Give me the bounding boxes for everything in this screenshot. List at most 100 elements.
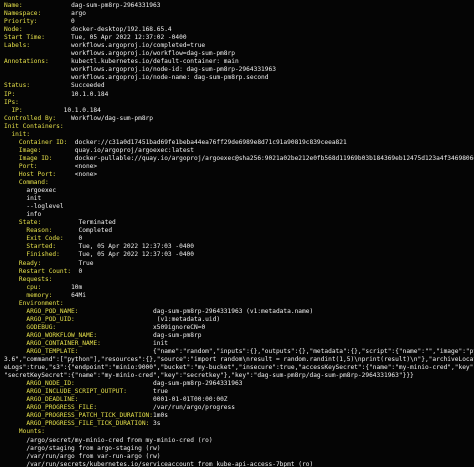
- field-key: Reason:: [4, 227, 53, 235]
- field-value: x509ignoreCN=0: [56, 323, 206, 331]
- terminal-line: Restart Count: 0: [4, 268, 474, 276]
- field-value: {"name":"random","inputs":{},"outputs":{…: [153, 348, 474, 356]
- field-value: Tue, 05 Apr 2022 12:37:03 -0400: [59, 251, 194, 259]
- terminal-line: ARGO_TEMPLATE: {"name":"random","inputs"…: [4, 348, 474, 356]
- field-key: ARGO_DEADLINE:: [4, 396, 79, 404]
- terminal-line: Ready: True: [4, 260, 474, 268]
- field-key: Annotations:: [4, 58, 49, 66]
- field-key: ARGO_WORKFLOW_NAME:: [4, 331, 98, 339]
- field-value: eLogs":true,"s3":{"endpoint":"minio:9000…: [4, 364, 474, 372]
- field-value: /var/run/argo from var-run-argo (rw): [4, 452, 161, 460]
- terminal-line: ARGO_CONTAINER_NAME: init: [4, 340, 474, 348]
- field-key: Exit Code:: [4, 235, 64, 243]
- terminal-line: /argo/staging from argo-staging (rw): [4, 445, 474, 453]
- terminal-line: ARGO_NODE_ID: dag-sum-pm8rp-2964331963: [4, 380, 474, 388]
- terminal-line: Requests:: [4, 276, 474, 284]
- terminal-line: init: [4, 195, 474, 203]
- terminal-line: workflows.argoproj.io/workflow=dag-sum-p…: [4, 50, 474, 58]
- field-key: ARGO_TEMPLATE:: [4, 348, 79, 356]
- field-value: Tue, 05 Apr 2022 12:37:02 -0400: [44, 34, 187, 42]
- field-key: Labels:: [4, 42, 31, 50]
- terminal-line: Environment:: [4, 300, 474, 308]
- field-key: ARGO_CONTAINER_NAME:: [4, 339, 101, 347]
- terminal-line: init:: [4, 131, 474, 139]
- field-key: Command:: [4, 179, 49, 187]
- terminal-line: Init Containers:: [4, 123, 474, 131]
- field-key: Container ID:: [4, 138, 68, 146]
- terminal-line: "secretKeySecret":{"name":"my-minio-cred…: [4, 372, 474, 380]
- terminal-line: ARGO_WORKFLOW_NAME: dag-sum-pm8rp: [4, 332, 474, 340]
- terminal-line: ARGO_PROGRESS_PATCH_TICK_DURATION:1m0s: [4, 412, 474, 420]
- terminal-line: workflows.argoproj.io/node-id: dag-sum-p…: [4, 66, 474, 74]
- field-key: ARGO_INCLUDE_SCRIPT_OUTPUT:: [4, 388, 127, 396]
- field-value: kubectl.kubernetes.io/default-container:…: [48, 58, 239, 66]
- field-value: 0: [37, 18, 75, 26]
- terminal-line: ARGO_POD_UID: (v1:metadata.uid): [4, 316, 474, 324]
- field-value: dag-sum-pm8rp-2964331963: [22, 2, 161, 9]
- field-key: Started:: [4, 243, 57, 251]
- field-value: 10.1.0.184: [15, 90, 109, 98]
- field-value: init: [100, 339, 168, 347]
- terminal-line: Name: dag-sum-pm8rp-2964331963: [4, 2, 474, 10]
- field-value: Succeeded: [30, 82, 105, 90]
- field-value: docker-desktop/192.168.65.4: [22, 26, 172, 34]
- field-key: Priority:: [4, 18, 38, 26]
- terminal-line: Labels: workflows.argoproj.io/completed=…: [4, 42, 474, 50]
- field-value: true: [126, 388, 168, 396]
- field-value: 0001-01-01T00:00:00Z: [78, 396, 228, 404]
- terminal-line: /argo/secret/my-minio-cred from my-minio…: [4, 437, 474, 445]
- terminal-window[interactable]: Name: dag-sum-pm8rp-2964331963 Namespace:…: [0, 0, 474, 467]
- terminal-line: cpu: 10m: [4, 284, 474, 292]
- field-value: 3.6","command":["python"],"resources":{}…: [4, 356, 474, 364]
- field-value: dag-sum-pm8rp: [97, 331, 202, 339]
- field-key: Restart Count:: [4, 267, 72, 275]
- terminal-line: Port: <none>: [4, 163, 474, 171]
- field-value: workflows.argoproj.io/node-id: dag-sum-p…: [4, 66, 276, 74]
- terminal-line: IP: 10.1.0.184: [4, 107, 474, 115]
- field-value: /argo/secret/my-minio-cred from my-minio…: [4, 436, 213, 444]
- field-key: Host Port:: [4, 170, 57, 178]
- field-key: GODEBUG:: [4, 323, 57, 331]
- field-key: init:: [4, 130, 31, 138]
- terminal-line: GODEBUG: x509ignoreCN=0: [4, 324, 474, 332]
- field-key: Image ID:: [4, 154, 53, 162]
- field-key: ARGO_POD_UID:: [4, 315, 75, 323]
- field-key: Finished:: [4, 251, 60, 259]
- terminal-line: Container ID: docker://c31a0d17451bad69f…: [4, 139, 474, 147]
- field-key: ARGO_PROGRESS_FILE:: [4, 404, 98, 412]
- field-value: argo: [41, 10, 86, 18]
- field-value: "secretKeySecret":{"name":"my-minio-cred…: [4, 372, 414, 380]
- field-key: cpu:: [4, 283, 42, 291]
- field-key: ARGO_PROGRESS_PATCH_TICK_DURATION:: [4, 412, 154, 420]
- terminal-line: Image: quay.io/argoproj/argoexec:latest: [4, 147, 474, 155]
- field-value: Completed: [52, 227, 113, 235]
- field-value: /var/run/secrets/kubernetes.io/serviceac…: [4, 460, 314, 467]
- terminal-line: Host Port: <none>: [4, 171, 474, 179]
- field-value: Terminated: [41, 219, 116, 227]
- terminal-line: 3.6","command":["python"],"resources":{}…: [4, 356, 474, 364]
- field-key: Mounts:: [4, 428, 45, 436]
- terminal-line: Image ID: docker-pullable://quay.io/argo…: [4, 155, 474, 163]
- field-value: 1m0s: [153, 412, 168, 420]
- field-key: Start Time:: [4, 34, 45, 42]
- terminal-line: State: Terminated: [4, 219, 474, 227]
- field-value: 0: [63, 235, 83, 243]
- terminal-line: IPs:: [4, 99, 474, 107]
- field-value: <none>: [56, 170, 98, 178]
- terminal-line: ARGO_INCLUDE_SCRIPT_OUTPUT: true: [4, 388, 474, 396]
- terminal-line: Namespace: argo: [4, 10, 474, 18]
- field-value: True: [41, 259, 94, 267]
- terminal-line: ARGO_POD_NAME: dag-sum-pm8rp-2964331963 …: [4, 308, 474, 316]
- field-value: workflows.argoproj.io/workflow=dag-sum-p…: [4, 50, 235, 58]
- field-value: workflows.argoproj.io/completed=true: [30, 42, 206, 50]
- terminal-line: workflows.argoproj.io/node-name: dag-sum…: [4, 74, 474, 82]
- terminal-line: /var/run/argo from var-run-argo (rw): [4, 453, 474, 461]
- field-key: IPs:: [4, 98, 19, 106]
- terminal-line: memory: 64Mi: [4, 292, 474, 300]
- field-value: /var/run/argo/progress: [97, 404, 235, 412]
- field-value: <none>: [37, 162, 98, 170]
- terminal-line: Annotations: kubectl.kubernetes.io/defau…: [4, 58, 474, 66]
- field-key: memory:: [4, 291, 53, 299]
- terminal-line: ARGO_PROGRESS_FILE: /var/run/argo/progre…: [4, 404, 474, 412]
- field-value: Tue, 05 Apr 2022 12:37:03 -0400: [56, 243, 195, 251]
